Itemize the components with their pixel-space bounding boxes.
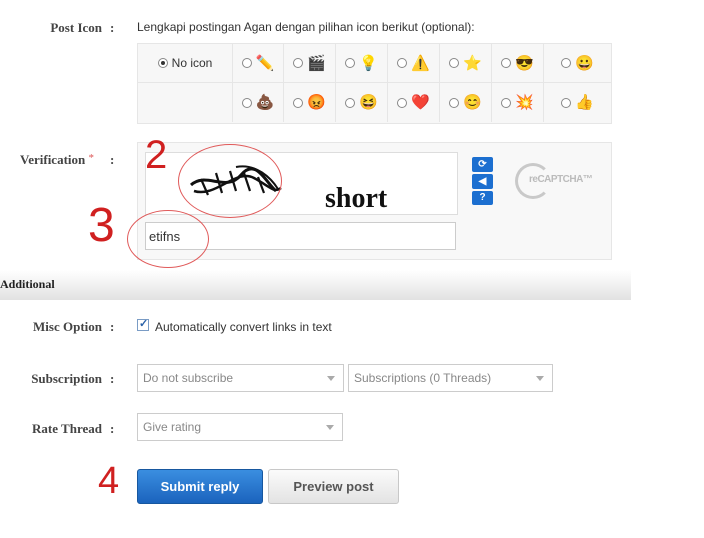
radio-button[interactable] [449, 97, 460, 108]
icon-option-grin[interactable]: 😀 [544, 44, 611, 83]
icon-option-warning[interactable]: ⚠️ [388, 44, 440, 83]
convert-links-checkbox[interactable] [137, 317, 149, 331]
rate-thread-label: Rate Thread [32, 421, 102, 436]
refresh-icon[interactable]: ⟳ [472, 157, 493, 172]
subscription-folder-select[interactable]: Subscriptions (0 Threads) [348, 364, 553, 392]
subscription-label: Subscription [31, 371, 102, 386]
laughing-face-icon: 😆 [359, 94, 378, 111]
annotation-ellipse-input [127, 210, 209, 268]
verification-colon: : [110, 152, 115, 167]
no-icon-label: No icon [171, 56, 213, 70]
radio-button[interactable] [293, 97, 304, 108]
icon-option-lightbulb[interactable]: 💡 [336, 44, 388, 83]
radio-button[interactable] [157, 58, 168, 68]
annotation-number-3: 3 [88, 199, 115, 252]
radio-button[interactable] [345, 58, 356, 68]
subscription-colon: : [110, 371, 115, 386]
icon-option-heart[interactable]: ❤️ [388, 83, 440, 122]
icon-option-poop[interactable]: 💩 [233, 83, 284, 122]
icon-option-angry[interactable]: 😡 [284, 83, 336, 122]
icon-option-empty [138, 83, 233, 122]
radio-button[interactable] [345, 97, 356, 108]
recaptcha-logo-text: reCAPTCHA™ [529, 174, 593, 185]
heart-icon: ❤️ [411, 94, 430, 111]
red-burst-icon: 💥 [515, 94, 534, 111]
cool-face-icon: 😎 [515, 54, 534, 72]
icon-option-laugh[interactable]: 😆 [336, 83, 388, 122]
submit-reply-button[interactable]: Submit reply [137, 469, 263, 504]
recaptcha-logo: reCAPTCHA™ [515, 163, 595, 199]
rating-select-value: Give rating [143, 420, 202, 434]
post-icon-grid: No icon ✏️ 🎬 💡 ⚠️ ⭐ 😎 😀 💩 😡 😆 ❤️ 😊 💥 👍 [137, 43, 612, 124]
icon-option-pencil[interactable]: ✏️ [233, 44, 284, 83]
icon-option-burst[interactable]: 💥 [492, 83, 544, 122]
radio-button[interactable] [293, 58, 304, 68]
thumbs-up-icon: 👍 [575, 94, 594, 111]
radio-button[interactable] [501, 97, 512, 108]
grin-face-icon: 😀 [575, 54, 594, 72]
required-mark: * [88, 152, 95, 164]
help-icon[interactable]: ? [472, 191, 493, 205]
reply-form-panel: Post Icon : Lengkapi postingan Agan deng… [0, 0, 631, 538]
icon-option-smile[interactable]: 😊 [440, 83, 492, 122]
smile-face-icon: 😊 [463, 94, 482, 111]
convert-links-label: Automatically convert links in text [155, 320, 332, 334]
radio-button[interactable] [397, 97, 408, 108]
radio-button[interactable] [561, 97, 572, 108]
subscription-select-value: Do not subscribe [143, 371, 234, 385]
rate-thread-colon: : [110, 421, 115, 436]
subscription-folder-value: Subscriptions (0 Threads) [354, 371, 492, 385]
lightbulb-icon: 💡 [359, 54, 378, 72]
radio-button[interactable] [397, 58, 408, 68]
annotation-number-4: 4 [98, 460, 120, 502]
warning-icon: ⚠️ [411, 54, 430, 72]
clapperboard-icon: 🎬 [307, 54, 326, 72]
chevron-down-icon [326, 425, 334, 430]
audio-icon[interactable]: ◀ [472, 174, 493, 189]
poop-icon: 💩 [255, 94, 275, 111]
preview-post-button[interactable]: Preview post [268, 469, 399, 504]
captcha-word: short [325, 183, 388, 214]
additional-section-header: Additional [0, 270, 631, 300]
radio-button[interactable] [501, 58, 512, 68]
radio-button[interactable] [449, 58, 460, 68]
chevron-down-icon [536, 376, 544, 381]
annotation-number-2: 2 [145, 133, 168, 177]
misc-option-label: Misc Option [33, 319, 102, 334]
radio-button[interactable] [241, 97, 252, 108]
icon-option-star[interactable]: ⭐ [440, 44, 492, 83]
verification-label: Verification * [20, 152, 95, 167]
rating-select[interactable]: Give rating [137, 413, 343, 441]
pencil-icon: ✏️ [255, 54, 275, 72]
icon-option-clapper[interactable]: 🎬 [284, 44, 336, 83]
icon-option-none[interactable]: No icon [138, 44, 233, 83]
chevron-down-icon [327, 376, 335, 381]
icon-option-thumbsup[interactable]: 👍 [544, 83, 611, 122]
annotation-ellipse-captcha [178, 144, 282, 218]
subscription-select[interactable]: Do not subscribe [137, 364, 344, 392]
section-title: Additional [0, 277, 55, 291]
post-icon-label: Post Icon [50, 20, 102, 35]
angry-face-icon: 😡 [307, 94, 326, 111]
misc-option-colon: : [110, 319, 115, 334]
post-icon-intro: Lengkapi postingan Agan dengan pilihan i… [137, 20, 475, 34]
star-icon: ⭐ [463, 54, 482, 72]
radio-button[interactable] [241, 58, 252, 68]
radio-button[interactable] [561, 58, 572, 68]
icon-option-cool[interactable]: 😎 [492, 44, 544, 83]
post-icon-colon: : [110, 20, 115, 35]
